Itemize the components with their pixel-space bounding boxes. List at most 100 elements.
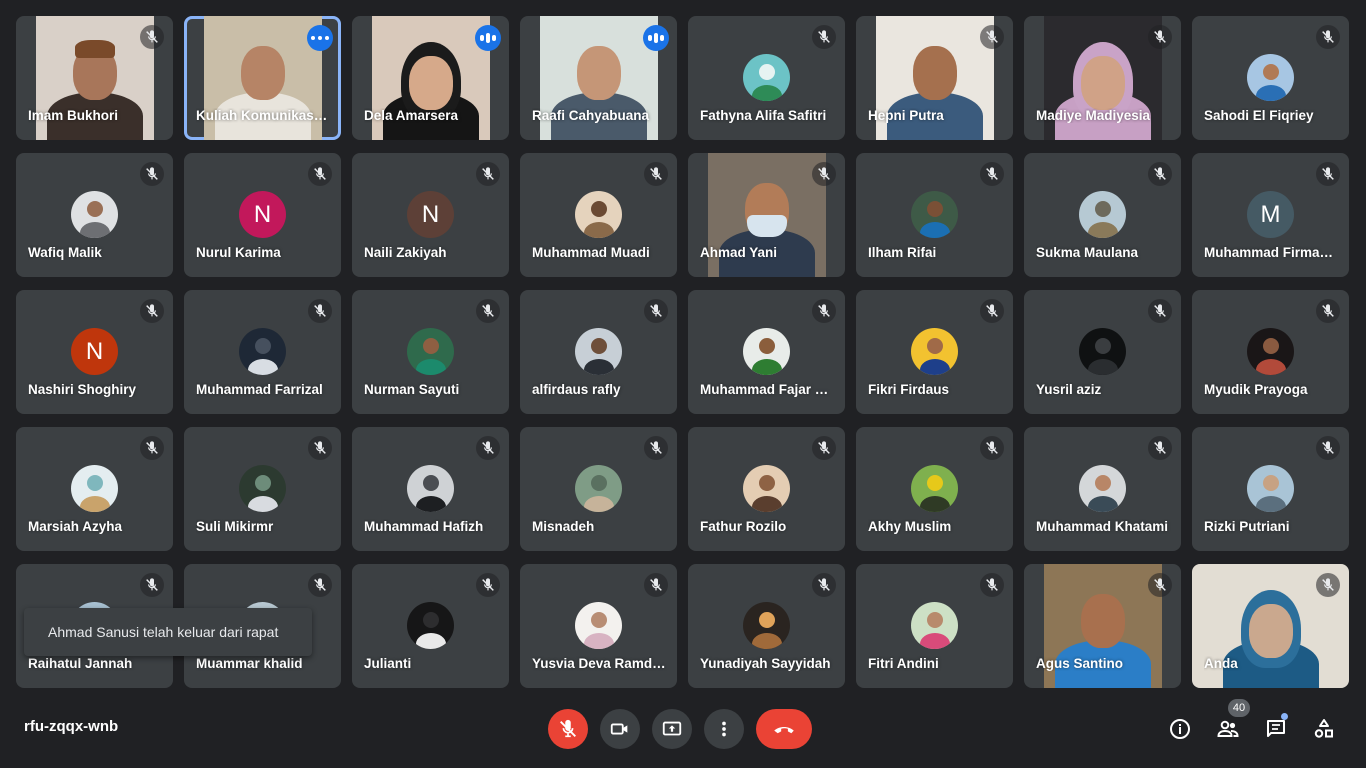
mic-off-icon bbox=[644, 299, 668, 323]
participant-tile-fathur-rozilo[interactable]: Fathur Rozilo bbox=[688, 427, 845, 551]
mic-off-icon bbox=[980, 436, 1004, 460]
participant-tile-wafiq-malik[interactable]: Wafiq Malik bbox=[16, 153, 173, 277]
end-call-button[interactable] bbox=[756, 709, 812, 749]
mic-off-icon bbox=[476, 436, 500, 460]
participant-grid: Imam Bukhori Kuliah Komunikasi Islam Dela … bbox=[16, 16, 1349, 688]
avatar bbox=[71, 465, 118, 512]
mic-off-icon bbox=[644, 436, 668, 460]
mic-off-icon bbox=[1148, 573, 1172, 597]
participant-tile-suli-mikirmr[interactable]: Suli Mikirmr bbox=[184, 427, 341, 551]
participant-tile-fikri-firdaus[interactable]: Fikri Firdaus bbox=[856, 290, 1013, 414]
participant-tile-sukma-maulana[interactable]: Sukma Maulana bbox=[1024, 153, 1181, 277]
participant-name: Marsiah Azyha bbox=[28, 519, 123, 534]
participant-tile-yusvia-deva-ramdani[interactable]: Yusvia Deva Ramdani bbox=[520, 564, 677, 688]
participant-tile-fitri-andini[interactable]: Fitri Andini bbox=[856, 564, 1013, 688]
avatar-initial: M bbox=[1247, 191, 1294, 238]
participant-tile-hepni-putra[interactable]: Hepni Putra bbox=[856, 16, 1013, 140]
participant-tile-dela-amarsera[interactable]: Dela Amarsera bbox=[352, 16, 509, 140]
participant-tile-nurman-sayuti[interactable]: Nurman Sayuti bbox=[352, 290, 509, 414]
mic-off-icon bbox=[476, 573, 500, 597]
participant-tile-marsiah-azyha[interactable]: Marsiah Azyha bbox=[16, 427, 173, 551]
participant-name: Fathyna Alifa Safitri bbox=[700, 108, 827, 123]
avatar bbox=[743, 328, 790, 375]
meeting-details-button[interactable] bbox=[1165, 714, 1195, 744]
more-options-button[interactable] bbox=[704, 709, 744, 749]
present-button[interactable] bbox=[652, 709, 692, 749]
participant-name: Raafi Cahyabuana bbox=[532, 108, 650, 123]
participant-tile-muhammad-firmansyah[interactable]: M Muhammad Firmansyah bbox=[1192, 153, 1349, 277]
avatar bbox=[1247, 328, 1294, 375]
mic-off-icon bbox=[644, 573, 668, 597]
participant-tile-muhammad-fajar-sidik[interactable]: Muhammad Fajar Sidik bbox=[688, 290, 845, 414]
chat-unread-dot bbox=[1281, 713, 1288, 720]
avatar bbox=[239, 328, 286, 375]
participant-tile-misnadeh[interactable]: Misnadeh bbox=[520, 427, 677, 551]
participant-name: Imam Bukhori bbox=[28, 108, 119, 123]
activities-button[interactable] bbox=[1309, 714, 1339, 744]
mic-off-button[interactable] bbox=[548, 709, 588, 749]
mic-off-icon bbox=[140, 436, 164, 460]
participant-count-badge: 40 bbox=[1228, 699, 1250, 717]
participant-name: Ilham Rifai bbox=[868, 245, 937, 260]
mic-off-icon bbox=[140, 573, 164, 597]
participant-tile-rizki-putriani[interactable]: Rizki Putriani bbox=[1192, 427, 1349, 551]
mic-off-icon bbox=[812, 299, 836, 323]
mic-off-icon bbox=[476, 162, 500, 186]
participant-tile-anda[interactable]: Anda bbox=[1192, 564, 1349, 688]
mic-off-icon bbox=[812, 436, 836, 460]
chat-icon bbox=[1267, 720, 1285, 737]
participant-name: Dela Amarsera bbox=[364, 108, 459, 123]
mic-off-icon bbox=[1316, 299, 1340, 323]
mic-off-icon bbox=[1316, 162, 1340, 186]
participant-tile-myudik-prayoga[interactable]: Myudik Prayoga bbox=[1192, 290, 1349, 414]
participant-name: Agus Santino bbox=[1036, 656, 1123, 671]
avatar bbox=[575, 602, 622, 649]
mic-off-icon bbox=[140, 25, 164, 49]
participant-name: Muhammad Farrizal bbox=[196, 382, 323, 397]
mic-off-icon bbox=[1148, 25, 1172, 49]
participant-tile-alfirdaus-rafly[interactable]: alfirdaus rafly bbox=[520, 290, 677, 414]
participant-name: Suli Mikirmr bbox=[196, 519, 274, 534]
participant-tile-agus-santino[interactable]: Agus Santino bbox=[1024, 564, 1181, 688]
participant-name: Ahmad Yani bbox=[700, 245, 778, 260]
participant-name: Myudik Prayoga bbox=[1204, 382, 1308, 397]
more-options-icon bbox=[307, 25, 333, 51]
participant-tile-imam-bukhori[interactable]: Imam Bukhori bbox=[16, 16, 173, 140]
participant-tile-muhammad-hafizh[interactable]: Muhammad Hafizh bbox=[352, 427, 509, 551]
mic-off-icon bbox=[1316, 436, 1340, 460]
participant-tile-ilham-rifai[interactable]: Ilham Rifai bbox=[856, 153, 1013, 277]
mic-off-icon bbox=[1148, 299, 1172, 323]
participant-name: Fathur Rozilo bbox=[700, 519, 787, 534]
participant-tile-nurul-karima[interactable]: N Nurul Karima bbox=[184, 153, 341, 277]
mic-off-icon bbox=[140, 162, 164, 186]
participant-tile-madiye-madiyesia[interactable]: Madiye Madiyesia bbox=[1024, 16, 1181, 140]
participant-tile-muhammad-farrizal[interactable]: Muhammad Farrizal bbox=[184, 290, 341, 414]
participant-name: Hepni Putra bbox=[868, 108, 944, 123]
participant-tile-muhammad-khatami[interactable]: Muhammad Khatami bbox=[1024, 427, 1181, 551]
camera-button[interactable] bbox=[600, 709, 640, 749]
participant-tile-ahmad-yani[interactable]: Ahmad Yani bbox=[688, 153, 845, 277]
participant-tile-muhammad-muadi[interactable]: Muhammad Muadi bbox=[520, 153, 677, 277]
participant-tile-nashiri-shoghiry[interactable]: N Nashiri Shoghiry bbox=[16, 290, 173, 414]
participant-tile-yusril-aziz[interactable]: Yusril aziz bbox=[1024, 290, 1181, 414]
participant-tile-akhy-muslim[interactable]: Akhy Muslim bbox=[856, 427, 1013, 551]
avatar-initial: N bbox=[239, 191, 286, 238]
participant-tile-julianti[interactable]: Julianti bbox=[352, 564, 509, 688]
more-vert-icon bbox=[722, 721, 726, 737]
mic-off-icon bbox=[560, 719, 576, 738]
avatar bbox=[743, 54, 790, 101]
mic-off-icon bbox=[980, 299, 1004, 323]
call-end-icon bbox=[774, 726, 794, 734]
participant-tile-yunadiyah-sayyidah[interactable]: Yunadiyah Sayyidah bbox=[688, 564, 845, 688]
participant-tile-sahodi-el-fiqriey[interactable]: Sahodi El Fiqriey bbox=[1192, 16, 1349, 140]
participant-tile-fathyna-alifa-safitri[interactable]: Fathyna Alifa Safitri bbox=[688, 16, 845, 140]
participant-tile-naili-zakiyah[interactable]: N Naili Zakiyah bbox=[352, 153, 509, 277]
avatar bbox=[743, 465, 790, 512]
meeting-code: rfu-zqqx-wnb bbox=[24, 718, 119, 735]
participant-tile-raafi-cahyabuana[interactable]: Raafi Cahyabuana bbox=[520, 16, 677, 140]
participant-tile-kuliah-komunikasi-islam[interactable]: Kuliah Komunikasi Islam bbox=[184, 16, 341, 140]
people-button[interactable] bbox=[1213, 714, 1243, 744]
mic-off-icon bbox=[1316, 25, 1340, 49]
mic-off-icon bbox=[980, 162, 1004, 186]
people-icon bbox=[1217, 720, 1239, 737]
